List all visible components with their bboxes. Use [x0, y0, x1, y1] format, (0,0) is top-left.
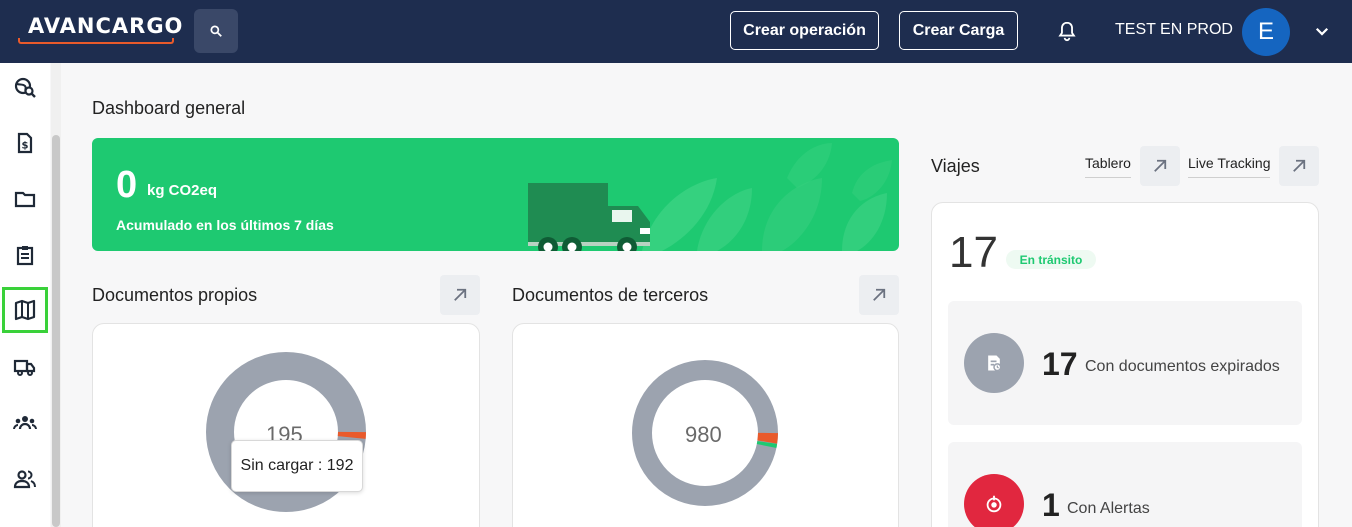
chart-tooltip: Sin cargar : 192: [231, 440, 363, 492]
top-navbar: AVANCARGO Crear operación Crear Carga TE…: [0, 0, 1352, 63]
tab-live-tracking[interactable]: Live Tracking: [1188, 155, 1271, 178]
arrow-up-right-icon: [1293, 159, 1306, 172]
alert-icon-circle: [964, 474, 1024, 527]
sidebar-item-map[interactable]: [2, 287, 48, 333]
bell-icon[interactable]: [1056, 20, 1078, 42]
avancargo-logo[interactable]: AVANCARGO: [18, 14, 182, 44]
folder-icon: [14, 191, 36, 208]
sidebar-item-tracking[interactable]: [2, 64, 48, 110]
user-name[interactable]: TEST EN PROD: [1115, 21, 1233, 39]
svg-text:$: $: [22, 141, 29, 152]
truck-leaves-illustration: [528, 143, 892, 251]
trips-count: 17: [949, 228, 998, 277]
expired-documents-count: 17: [1042, 346, 1078, 382]
truck-icon: [13, 359, 36, 376]
map-icon: [14, 299, 36, 321]
expired-documents-stat[interactable]: 17 Con documentos expirados: [948, 301, 1302, 425]
third-party-documents-open-button[interactable]: [859, 275, 899, 315]
sidebar-item-fleet[interactable]: [2, 344, 48, 390]
search-button[interactable]: [194, 9, 238, 53]
tab-board[interactable]: Tablero: [1085, 155, 1131, 178]
people-group-icon: [13, 416, 37, 430]
invoice-dollar-icon: $: [17, 132, 33, 154]
expired-documents-label: Con documentos expirados: [1085, 358, 1280, 375]
sidebar-item-billing[interactable]: $: [2, 120, 48, 166]
co2-unit: kg CO2eq: [147, 182, 218, 199]
page-title: Dashboard general: [92, 98, 246, 118]
chevron-down-icon[interactable]: [1313, 22, 1331, 40]
arrow-up-right-icon: [1154, 159, 1167, 172]
co2-banner: 0 kg CO2eq Acumulado en los últimos 7 dí…: [92, 138, 899, 251]
avatar[interactable]: E: [1242, 8, 1290, 56]
alerts-count: 1: [1042, 487, 1060, 523]
alert-bell-icon: [986, 495, 1002, 513]
status-badge: En tránsito: [1006, 250, 1096, 269]
sidebar-item-operations[interactable]: [2, 232, 48, 278]
co2-value: 0: [116, 164, 138, 206]
expired-document-icon-circle: [964, 333, 1024, 393]
own-documents-open-button[interactable]: [440, 275, 480, 315]
document-clock-icon: [988, 355, 1002, 372]
users-icon: [13, 470, 36, 489]
sidebar-item-groups[interactable]: [2, 400, 48, 446]
board-open-button[interactable]: [1140, 146, 1180, 186]
clipboard-icon: [16, 246, 34, 266]
globe-search-icon: [14, 77, 36, 98]
trips-title: Viajes: [931, 156, 980, 176]
search-icon: [210, 25, 222, 37]
third-party-documents-title: Documentos de terceros: [512, 285, 709, 305]
create-operation-button[interactable]: Crear operación: [730, 11, 879, 50]
create-load-button[interactable]: Crear Carga: [899, 11, 1018, 50]
co2-subtitle: Acumulado en los últimos 7 días: [116, 217, 334, 233]
sidebar-scrollbar-thumb[interactable]: [52, 135, 60, 527]
alerts-label: Con Alertas: [1067, 500, 1150, 517]
arrow-up-right-icon: [873, 288, 886, 301]
sidebar-item-folders[interactable]: [2, 176, 48, 222]
arrow-up-right-icon: [454, 288, 467, 301]
third-party-documents-total: 980: [685, 422, 722, 447]
sidebar-item-users[interactable]: [2, 456, 48, 502]
alerts-stat[interactable]: 1 Con Alertas: [948, 442, 1302, 527]
live-tracking-open-button[interactable]: [1279, 146, 1319, 186]
own-documents-title: Documentos propios: [92, 285, 258, 305]
